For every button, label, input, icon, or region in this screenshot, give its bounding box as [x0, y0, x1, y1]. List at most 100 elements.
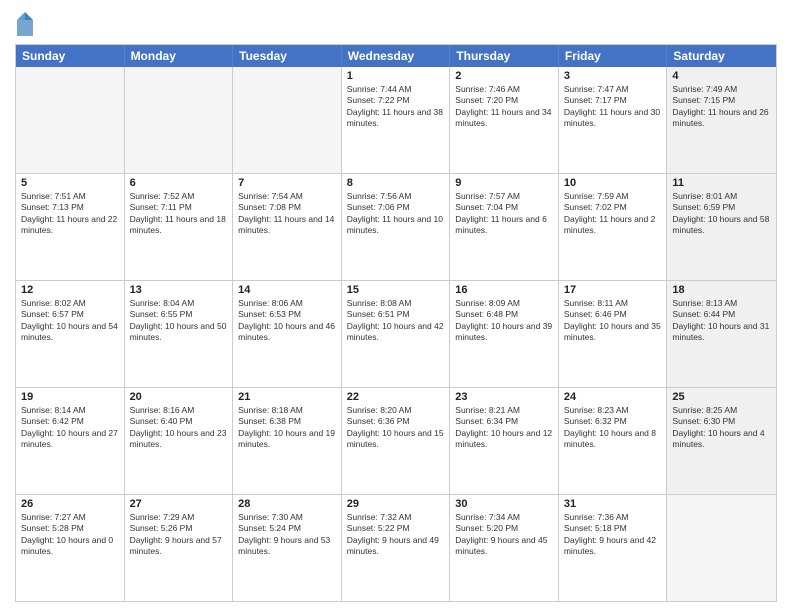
cal-cell-8: 8 Sunrise: 7:56 AM Sunset: 7:06 PM Daylig…: [342, 174, 451, 280]
cell-info: Sunrise: 7:56 AM Sunset: 7:06 PM Dayligh…: [347, 191, 445, 237]
day-number: 19: [21, 391, 119, 403]
day-number: 6: [130, 177, 228, 189]
cell-info: Sunrise: 8:11 AM Sunset: 6:46 PM Dayligh…: [564, 298, 662, 344]
cal-cell-4: 4 Sunrise: 7:49 AM Sunset: 7:15 PM Daylig…: [667, 67, 776, 173]
cal-cell-20: 20 Sunrise: 8:16 AM Sunset: 6:40 PM Dayli…: [125, 388, 234, 494]
cal-cell-6: 6 Sunrise: 7:52 AM Sunset: 7:11 PM Daylig…: [125, 174, 234, 280]
cell-info: Sunrise: 8:18 AM Sunset: 6:38 PM Dayligh…: [238, 405, 336, 451]
cal-week-4: 19 Sunrise: 8:14 AM Sunset: 6:42 PM Dayli…: [16, 388, 776, 495]
day-number: 29: [347, 498, 445, 510]
cell-info: Sunrise: 8:06 AM Sunset: 6:53 PM Dayligh…: [238, 298, 336, 344]
logo-icon: [15, 10, 35, 38]
day-number: 18: [672, 284, 771, 296]
cal-cell-24: 24Sunrise: 8:23 AM Sunset: 6:32 PM Dayli…: [559, 388, 668, 494]
cell-info: Sunrise: 8:04 AM Sunset: 6:55 PM Dayligh…: [130, 298, 228, 344]
header: [15, 10, 777, 38]
cal-cell-7: 7 Sunrise: 7:54 AM Sunset: 7:08 PM Daylig…: [233, 174, 342, 280]
cal-week-1: 1 Sunrise: 7:44 AM Sunset: 7:22 PM Daylig…: [16, 67, 776, 174]
cell-info: Sunrise: 7:29 AM Sunset: 5:26 PM Dayligh…: [130, 512, 228, 558]
day-number: 8: [347, 177, 445, 189]
day-number: 14: [238, 284, 336, 296]
day-number: 16: [455, 284, 553, 296]
cal-week-2: 5 Sunrise: 7:51 AM Sunset: 7:13 PM Daylig…: [16, 174, 776, 281]
cal-cell-5: 5 Sunrise: 7:51 AM Sunset: 7:13 PM Daylig…: [16, 174, 125, 280]
cal-cell-27: 27 Sunrise: 7:29 AM Sunset: 5:26 PM Dayli…: [125, 495, 234, 601]
cal-cell-28: 28 Sunrise: 7:30 AM Sunset: 5:24 PM Dayli…: [233, 495, 342, 601]
cell-info: Sunrise: 8:20 AM Sunset: 6:36 PM Dayligh…: [347, 405, 445, 451]
cal-week-5: 26Sunrise: 7:27 AM Sunset: 5:28 PM Dayli…: [16, 495, 776, 601]
day-number: 27: [130, 498, 228, 510]
day-number: 28: [238, 498, 336, 510]
cell-info: Sunrise: 7:52 AM Sunset: 7:11 PM Dayligh…: [130, 191, 228, 237]
cell-info: Sunrise: 7:27 AM Sunset: 5:28 PM Dayligh…: [21, 512, 119, 558]
cell-info: Sunrise: 7:44 AM Sunset: 7:22 PM Dayligh…: [347, 84, 445, 130]
day-number: 10: [564, 177, 662, 189]
cell-info: Sunrise: 8:13 AM Sunset: 6:44 PM Dayligh…: [672, 298, 771, 344]
cal-cell-21: 21 Sunrise: 8:18 AM Sunset: 6:38 PM Dayli…: [233, 388, 342, 494]
cal-cell-22: 22 Sunrise: 8:20 AM Sunset: 6:36 PM Dayli…: [342, 388, 451, 494]
cal-cell-31: 31 Sunrise: 7:36 AM Sunset: 5:18 PM Dayli…: [559, 495, 668, 601]
cell-info: Sunrise: 7:46 AM Sunset: 7:20 PM Dayligh…: [455, 84, 553, 130]
cal-cell-11: 11 Sunrise: 8:01 AM Sunset: 6:59 PM Dayli…: [667, 174, 776, 280]
day-number: 1: [347, 70, 445, 82]
cal-header-saturday: Saturday: [667, 45, 776, 67]
cal-cell-empty-0-2: [233, 67, 342, 173]
cal-header-thursday: Thursday: [450, 45, 559, 67]
cal-cell-empty-4-6: [667, 495, 776, 601]
cal-cell-3: 3Sunrise: 7:47 AM Sunset: 7:17 PM Daylig…: [559, 67, 668, 173]
cell-info: Sunrise: 8:01 AM Sunset: 6:59 PM Dayligh…: [672, 191, 771, 237]
cal-cell-14: 14 Sunrise: 8:06 AM Sunset: 6:53 PM Dayli…: [233, 281, 342, 387]
day-number: 11: [672, 177, 771, 189]
cell-info: Sunrise: 8:14 AM Sunset: 6:42 PM Dayligh…: [21, 405, 119, 451]
cal-cell-17: 17 Sunrise: 8:11 AM Sunset: 6:46 PM Dayli…: [559, 281, 668, 387]
day-number: 5: [21, 177, 119, 189]
cal-cell-26: 26Sunrise: 7:27 AM Sunset: 5:28 PM Dayli…: [16, 495, 125, 601]
cal-cell-1: 1 Sunrise: 7:44 AM Sunset: 7:22 PM Daylig…: [342, 67, 451, 173]
cell-info: Sunrise: 7:49 AM Sunset: 7:15 PM Dayligh…: [672, 84, 771, 130]
cal-cell-13: 13 Sunrise: 8:04 AM Sunset: 6:55 PM Dayli…: [125, 281, 234, 387]
cal-cell-30: 30Sunrise: 7:34 AM Sunset: 5:20 PM Dayli…: [450, 495, 559, 601]
logo: [15, 10, 38, 38]
cell-info: Sunrise: 7:57 AM Sunset: 7:04 PM Dayligh…: [455, 191, 553, 237]
day-number: 13: [130, 284, 228, 296]
calendar: SundayMondayTuesdayWednesdayThursdayFrid…: [15, 44, 777, 602]
day-number: 30: [455, 498, 553, 510]
cell-info: Sunrise: 8:16 AM Sunset: 6:40 PM Dayligh…: [130, 405, 228, 451]
cell-info: Sunrise: 8:02 AM Sunset: 6:57 PM Dayligh…: [21, 298, 119, 344]
cell-info: Sunrise: 7:54 AM Sunset: 7:08 PM Dayligh…: [238, 191, 336, 237]
cal-header-tuesday: Tuesday: [233, 45, 342, 67]
cell-info: Sunrise: 7:30 AM Sunset: 5:24 PM Dayligh…: [238, 512, 336, 558]
cell-info: Sunrise: 7:36 AM Sunset: 5:18 PM Dayligh…: [564, 512, 662, 558]
cal-header-wednesday: Wednesday: [342, 45, 451, 67]
day-number: 20: [130, 391, 228, 403]
cal-cell-18: 18 Sunrise: 8:13 AM Sunset: 6:44 PM Dayli…: [667, 281, 776, 387]
day-number: 3: [564, 70, 662, 82]
day-number: 9: [455, 177, 553, 189]
day-number: 22: [347, 391, 445, 403]
day-number: 25: [672, 391, 771, 403]
cell-info: Sunrise: 7:51 AM Sunset: 7:13 PM Dayligh…: [21, 191, 119, 237]
day-number: 21: [238, 391, 336, 403]
page: SundayMondayTuesdayWednesdayThursdayFrid…: [0, 0, 792, 612]
cell-info: Sunrise: 7:59 AM Sunset: 7:02 PM Dayligh…: [564, 191, 662, 237]
cell-info: Sunrise: 8:25 AM Sunset: 6:30 PM Dayligh…: [672, 405, 771, 451]
day-number: 31: [564, 498, 662, 510]
cal-header-friday: Friday: [559, 45, 668, 67]
cell-info: Sunrise: 8:23 AM Sunset: 6:32 PM Dayligh…: [564, 405, 662, 451]
cal-cell-23: 23Sunrise: 8:21 AM Sunset: 6:34 PM Dayli…: [450, 388, 559, 494]
cell-info: Sunrise: 7:32 AM Sunset: 5:22 PM Dayligh…: [347, 512, 445, 558]
cal-week-3: 12 Sunrise: 8:02 AM Sunset: 6:57 PM Dayli…: [16, 281, 776, 388]
cell-info: Sunrise: 8:08 AM Sunset: 6:51 PM Dayligh…: [347, 298, 445, 344]
cal-cell-16: 16 Sunrise: 8:09 AM Sunset: 6:48 PM Dayli…: [450, 281, 559, 387]
cal-cell-15: 15Sunrise: 8:08 AM Sunset: 6:51 PM Dayli…: [342, 281, 451, 387]
cell-info: Sunrise: 8:09 AM Sunset: 6:48 PM Dayligh…: [455, 298, 553, 344]
day-number: 12: [21, 284, 119, 296]
day-number: 23: [455, 391, 553, 403]
cal-cell-empty-0-0: [16, 67, 125, 173]
day-number: 17: [564, 284, 662, 296]
cal-header-monday: Monday: [125, 45, 234, 67]
day-number: 7: [238, 177, 336, 189]
day-number: 2: [455, 70, 553, 82]
day-number: 4: [672, 70, 771, 82]
cal-cell-9: 9 Sunrise: 7:57 AM Sunset: 7:04 PM Daylig…: [450, 174, 559, 280]
